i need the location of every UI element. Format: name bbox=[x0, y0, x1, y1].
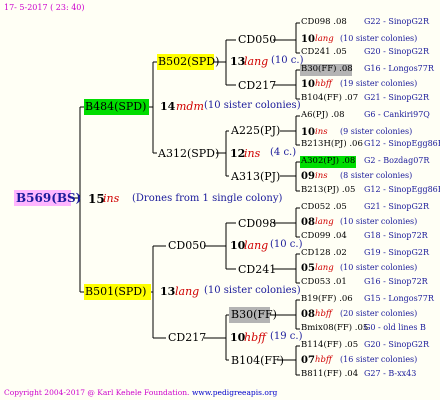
a312-note: (4 c.) bbox=[270, 147, 297, 158]
lower-parent-note: (10 sister colonies) bbox=[204, 285, 301, 296]
pedigree-page: { "header": { "date": "17- 5-2017 ( 23: … bbox=[0, 0, 440, 400]
cd050-note: (10 c.) bbox=[270, 239, 303, 250]
gen4-label[interactable]: B104(FF) .07 bbox=[301, 94, 358, 103]
g3-cd217[interactable]: CD217 bbox=[238, 80, 276, 91]
gen4-keyword: ins bbox=[315, 171, 328, 181]
gen4-label[interactable]: CD241 .05 bbox=[301, 48, 347, 57]
a312-keyword: ins bbox=[244, 147, 261, 160]
gen4-label[interactable]: B114(FF) .05 bbox=[301, 341, 358, 350]
g3-b30[interactable]: B30(FF) bbox=[231, 309, 277, 320]
gen4-ref: G21 - SinopG2R bbox=[364, 93, 429, 102]
root-keyword: ins bbox=[103, 192, 120, 205]
gen4-ref: G22 - SinopG2R bbox=[364, 17, 429, 26]
copyright: Copyright 2004-2017 @ Karl Kehele Founda… bbox=[4, 388, 190, 397]
gen4-ref: G19 - SinopG2R bbox=[364, 248, 429, 257]
gen4-ref: G18 - Sinop72R bbox=[364, 231, 428, 240]
upper-parent-count: 14 bbox=[160, 100, 176, 113]
upper-parent-keyword: mdm bbox=[176, 100, 204, 113]
gen4-keyword: ins bbox=[315, 127, 328, 137]
gen4-keyword: lang bbox=[315, 263, 334, 273]
date-stamp: 17- 5-2017 ( 23: 40) bbox=[4, 3, 85, 12]
gen4-label[interactable]: A302(PJ) .08 bbox=[301, 157, 355, 166]
gen4-label[interactable]: CD052 .05 bbox=[301, 203, 347, 212]
gen4-note: (10 sister colonies) bbox=[340, 217, 418, 226]
gen4-label[interactable]: Bmix08(FF) .05 bbox=[301, 324, 368, 333]
gen4-label[interactable]: CD053 .01 bbox=[301, 278, 347, 287]
gen4-count: 10 bbox=[301, 127, 315, 138]
gen4-note: (20 sister colonies) bbox=[340, 309, 418, 318]
root-note: (Drones from 1 single colony) bbox=[132, 193, 283, 204]
cd217-keyword: hbff bbox=[244, 331, 266, 344]
gen4-count: 07 bbox=[301, 355, 315, 366]
cd217-left-label[interactable]: CD217 bbox=[168, 332, 206, 343]
gen4-ref: G0 - old lines B bbox=[364, 323, 426, 332]
gen4-count: 08 bbox=[301, 309, 315, 320]
g3-a313[interactable]: A313(PJ) bbox=[231, 171, 280, 182]
cd050-keyword: lang bbox=[244, 239, 269, 252]
gen4-ref: G15 - Longos77R bbox=[364, 294, 434, 303]
gen4-label[interactable]: B19(FF) .06 bbox=[301, 295, 353, 304]
gen4-ref: G12 - SinopEgg86R bbox=[364, 139, 440, 148]
gen4-ref: G2 - Bozdag07R bbox=[364, 156, 430, 165]
g3-cd050[interactable]: CD050 bbox=[238, 34, 276, 45]
b502-note: (10 c.) bbox=[271, 55, 304, 66]
gen4-ref: G20 - SinopG2R bbox=[364, 340, 429, 349]
gen4-note: (10 sister colonies) bbox=[340, 34, 418, 43]
root-label[interactable]: B569(BS) bbox=[16, 192, 81, 204]
gen4-label[interactable]: CD128 .02 bbox=[301, 249, 347, 258]
gen4-note: (8 sister colonies) bbox=[340, 171, 413, 180]
gen4-note: (19 sister colonies) bbox=[340, 79, 418, 88]
g3-b104[interactable]: B104(FF) bbox=[231, 355, 284, 366]
gen4-ref: G27 - B-xx43 bbox=[364, 369, 417, 378]
gen4-keyword: hbff bbox=[315, 309, 332, 319]
gen4-label[interactable]: B811(FF) .04 bbox=[301, 370, 358, 379]
gen4-note: (16 sister colonies) bbox=[340, 355, 418, 364]
g3-cd241[interactable]: CD241 bbox=[238, 264, 276, 275]
gen4-count: 10 bbox=[301, 34, 315, 45]
lower-parent-label[interactable]: B501(SPD) bbox=[85, 286, 146, 297]
a312-label[interactable]: A312(SPD) bbox=[158, 148, 219, 159]
gen4-label[interactable]: CD099 .04 bbox=[301, 232, 347, 241]
gen4-count: 08 bbox=[301, 217, 315, 228]
gen4-ref: G20 - SinopG2R bbox=[364, 47, 429, 56]
gen4-ref: G16 - Longos77R bbox=[364, 64, 434, 73]
gen4-label[interactable]: CD098 .08 bbox=[301, 18, 347, 27]
upper-parent-label[interactable]: B484(SPD) bbox=[85, 101, 146, 112]
gen4-keyword: lang bbox=[315, 217, 334, 227]
cd050-left-label[interactable]: CD050 bbox=[168, 240, 206, 251]
gen4-count: 10 bbox=[301, 79, 315, 90]
upper-parent-note: (10 sister colonies) bbox=[204, 100, 301, 111]
gen4-note: (10 sister colonies) bbox=[340, 263, 418, 272]
website-link[interactable]: www.pedigreeapis.org bbox=[192, 389, 277, 397]
b502-label[interactable]: B502(SPD) bbox=[158, 56, 219, 67]
b502-keyword: lang bbox=[244, 55, 269, 68]
gen4-ref: G16 - Sinop72R bbox=[364, 277, 428, 286]
gen4-keyword: hbff bbox=[315, 79, 332, 89]
gen4-keyword: hbff bbox=[315, 355, 332, 365]
gen4-note: (9 sister colonies) bbox=[340, 127, 413, 136]
gen4-ref: G6 - Cankiri97Q bbox=[364, 110, 430, 119]
gen4-label[interactable]: B30(FF) .08 bbox=[301, 65, 353, 74]
gen4-keyword: lang bbox=[315, 34, 334, 44]
g3-a225[interactable]: A225(PJ) bbox=[231, 125, 280, 136]
gen4-ref: G21 - SinopG2R bbox=[364, 202, 429, 211]
gen4-label[interactable]: B213H(PJ) .06 bbox=[301, 140, 363, 149]
cd217-note: (19 c.) bbox=[270, 331, 303, 342]
lower-parent-keyword: lang bbox=[175, 285, 200, 298]
lower-parent-count: 13 bbox=[160, 285, 176, 298]
gen4-ref: G12 - SinopEgg86R bbox=[364, 185, 440, 194]
gen4-label[interactable]: B213(PJ) .05 bbox=[301, 186, 355, 195]
gen4-count: 09 bbox=[301, 171, 315, 182]
gen4-count: 05 bbox=[301, 263, 315, 274]
gen4-label[interactable]: A6(PJ) .08 bbox=[301, 111, 345, 120]
g3-cd098[interactable]: CD098 bbox=[238, 218, 276, 229]
